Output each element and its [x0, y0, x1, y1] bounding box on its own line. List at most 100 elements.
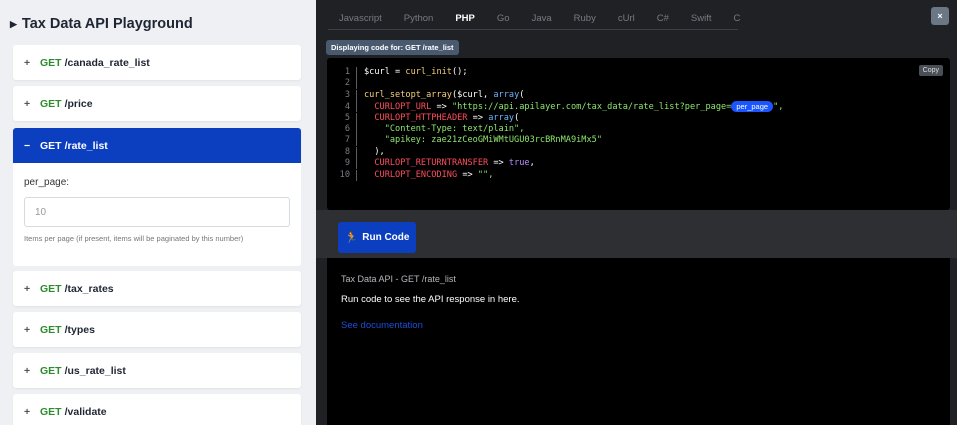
code-token: "", [477, 169, 494, 180]
code-token: CURLOPT_RETURNTRANSFER [364, 158, 489, 169]
expand-icon: + [24, 97, 31, 110]
code-token: ( [514, 112, 520, 123]
code-token: CURLOPT_HTTPHEADER [364, 112, 468, 123]
line-number: 8 [344, 146, 350, 157]
tab-python[interactable]: Python [393, 0, 445, 30]
endpoint-path: /canada_rate_list [64, 56, 150, 69]
code-token: ( [519, 89, 525, 100]
sidebar: ▶ Tax Data API Playground + GET /canada_r… [0, 0, 316, 425]
line-number: 4 [344, 102, 350, 113]
expand-icon: + [24, 405, 31, 418]
code-line: 7 "apikey: zae21zCeoGMiWMtUGU03rcBRnMA9i… [327, 135, 602, 147]
endpoint-method: GET [40, 364, 62, 377]
code-line: 1 $curl = curl_init(); [327, 67, 468, 78]
gutter-divider [356, 101, 357, 113]
code-token: array [493, 89, 520, 100]
line-number: 6 [344, 124, 350, 134]
line-number: 10 [339, 169, 350, 180]
tab-c-sharp[interactable]: C# [646, 0, 680, 30]
tab-curl[interactable]: cUrl [607, 0, 646, 30]
code-token: ), [364, 146, 385, 157]
code-token: ", [773, 102, 784, 113]
documentation-link[interactable]: See documentation [341, 320, 423, 331]
code-token: true [508, 158, 530, 169]
tab-java[interactable]: Java [521, 0, 563, 30]
line-number: 5 [344, 112, 350, 123]
gutter-divider [356, 124, 357, 135]
gutter-divider [356, 112, 357, 124]
page-title-text: Tax Data API Playground [21, 16, 193, 32]
endpoint-price[interactable]: + GET /price [13, 86, 301, 121]
run-icon: 🏃 [344, 232, 359, 244]
tab-go[interactable]: Go [486, 0, 521, 30]
tab-c[interactable]: C [722, 0, 751, 30]
code-token: => [457, 169, 478, 180]
code-line: 8 ), [327, 146, 385, 158]
page-title: ▶ Tax Data API Playground [10, 16, 193, 32]
code-token: => [488, 158, 509, 169]
gutter-divider [356, 146, 357, 158]
language-tabs: Javascript Python PHP Go Java Ruby cUrl C# Swift… [328, 0, 740, 30]
code-token: array [488, 112, 515, 123]
endpoint-path: /validate [64, 405, 107, 418]
expand-icon: + [24, 323, 31, 336]
collapse-triangle-icon[interactable]: ▶ [10, 19, 17, 29]
code-token: ($curl, [451, 89, 494, 100]
endpoint-validate[interactable]: + GET /validate [13, 394, 301, 425]
code-token: , [529, 158, 535, 169]
endpoint-path: /price [64, 97, 93, 110]
tab-ruby[interactable]: Ruby [563, 0, 607, 30]
code-token: CURLOPT_URL [364, 102, 432, 113]
tab-javascript[interactable]: Javascript [328, 0, 393, 30]
run-code-label: Run Code [362, 232, 410, 243]
line-number: 3 [344, 89, 350, 100]
code-token: $curl = [364, 67, 406, 77]
endpoint-method: GET [40, 282, 62, 295]
expand-icon: + [24, 56, 31, 69]
collapse-icon: − [24, 139, 31, 152]
code-token: "https://api.apilayer.com/tax_data/rate_… [451, 102, 732, 113]
endpoint-params-panel: per_page: Items per page (if present, it… [13, 163, 301, 266]
per-page-input[interactable] [24, 197, 290, 227]
gutter-divider [356, 67, 357, 78]
gutter-divider [356, 89, 357, 101]
code-badge: Displaying code for: GET /rate_list [326, 40, 459, 55]
line-number: 7 [344, 135, 350, 146]
code-token: "Content-Type: text/plain", [364, 124, 525, 134]
code-token: => [467, 112, 489, 123]
endpoint-canada-rate-list[interactable]: + GET /canada_rate_list [13, 45, 301, 80]
endpoint-us-rate-list[interactable]: + GET /us_rate_list [13, 353, 301, 388]
endpoint-rate-list[interactable]: − GET /rate_list [13, 128, 301, 163]
gutter-divider [356, 135, 357, 147]
endpoint-method: GET [40, 405, 62, 418]
code-block: Copy 1 $curl = curl_init(); 2 3 curl_setopt_… [327, 58, 950, 210]
per-page-placeholder-pill: per_page [731, 101, 774, 113]
per-page-help-text: Items per page (if present, items will b… [24, 234, 244, 243]
code-line: 6 "Content-Type: text/plain", [327, 124, 524, 135]
code-line: 9 CURLOPT_RETURNTRANSFER => true, [327, 158, 535, 170]
endpoint-path: /types [64, 323, 95, 336]
code-token: (); [451, 67, 468, 77]
run-code-button[interactable]: 🏃 Run Code [338, 222, 416, 253]
per-page-label: per_page: [24, 177, 70, 188]
endpoint-types[interactable]: + GET /types [13, 312, 301, 347]
code-token: "apikey: zae21zCeoGMiWMtUGU03rcBRnMA9iMx… [364, 135, 602, 146]
tab-swift[interactable]: Swift [680, 0, 723, 30]
tab-php[interactable]: PHP [444, 0, 486, 30]
endpoint-tax-rates[interactable]: + GET /tax_rates [13, 271, 301, 306]
line-number: 9 [344, 158, 350, 169]
close-button[interactable]: × [931, 7, 949, 25]
endpoint-method: GET [40, 97, 62, 110]
copy-button[interactable]: Copy [918, 65, 943, 76]
endpoint-path: /us_rate_list [64, 364, 126, 377]
code-line: 4 CURLOPT_URL => "https://api.apilayer.c… [327, 101, 784, 113]
code-line: 3 curl_setopt_array($curl, array( [327, 89, 525, 101]
response-panel: Tax Data API - GET /rate_list Run code t… [327, 258, 950, 425]
endpoint-path: /rate_list [64, 139, 108, 152]
gutter-divider [356, 158, 357, 170]
endpoint-method: GET [40, 56, 62, 69]
gutter-divider [356, 78, 357, 90]
response-message: Run code to see the API response in here… [341, 294, 520, 305]
endpoint-path: /tax_rates [64, 282, 114, 295]
code-token: => [431, 102, 452, 113]
